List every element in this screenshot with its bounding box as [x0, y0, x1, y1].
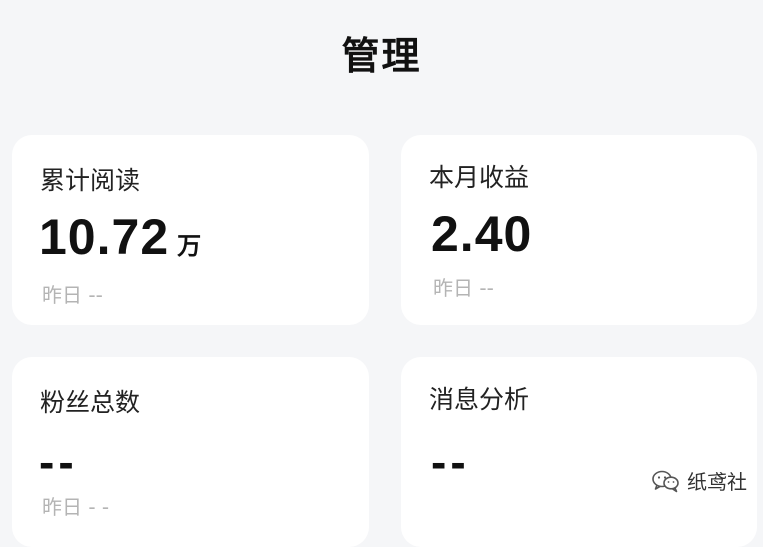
card-total-fans[interactable]: 粉丝总数 -- 昨日 - -	[12, 357, 369, 547]
watermark: 纸鸢社	[651, 466, 747, 495]
value-unit: 万	[177, 232, 202, 260]
card-label: 粉丝总数	[40, 388, 141, 417]
card-value: 10.72 万	[39, 208, 201, 266]
value-number: 10.72	[39, 209, 170, 265]
card-label: 消息分析	[429, 385, 530, 414]
card-label: 累计阅读	[40, 166, 141, 195]
wechat-icon	[651, 468, 681, 494]
card-yesterday: 昨日 --	[433, 276, 494, 300]
page-header: 管理	[0, 0, 763, 100]
page-title: 管理	[341, 34, 422, 78]
card-message-analysis[interactable]: 消息分析 --	[401, 357, 757, 547]
card-cumulative-reads[interactable]: 累计阅读 10.72 万 昨日 --	[12, 135, 369, 325]
value-number: 2.40	[431, 206, 533, 262]
watermark-text: 纸鸢社	[687, 470, 747, 494]
value-number: --	[39, 436, 78, 488]
card-monthly-income[interactable]: 本月收益 2.40 昨日 --	[401, 135, 757, 325]
card-yesterday: 昨日 --	[42, 283, 103, 307]
card-label: 本月收益	[429, 163, 530, 192]
card-value: --	[39, 435, 78, 489]
card-value: --	[431, 435, 470, 489]
card-value: 2.40	[431, 205, 532, 263]
value-number: --	[431, 436, 470, 488]
